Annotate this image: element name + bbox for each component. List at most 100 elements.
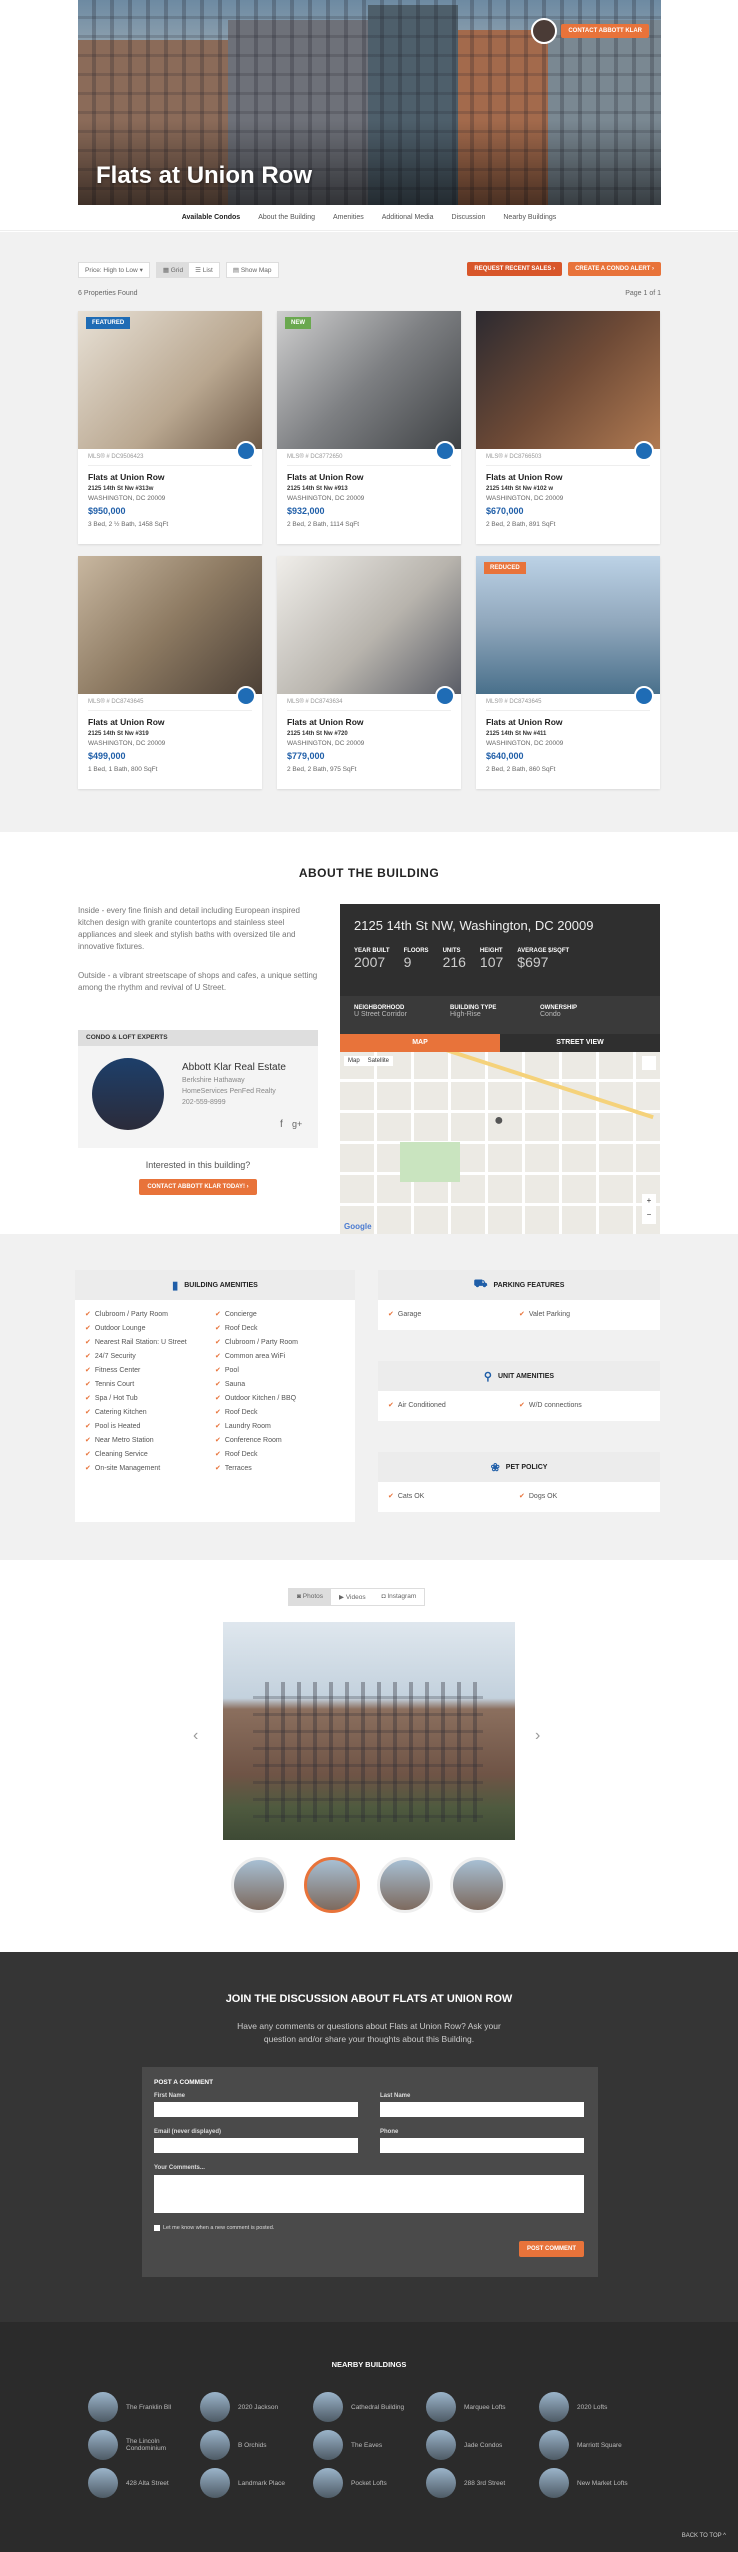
tab-photos[interactable]: ◙ Photos xyxy=(289,1589,331,1605)
listing-title[interactable]: Flats at Union Row xyxy=(287,716,451,728)
listing-card[interactable]: FEATURED MLS® # DC9506423 Flats at Union… xyxy=(78,311,262,544)
nearby-building[interactable]: The Eaves xyxy=(313,2430,418,2460)
amenity-item: Pool is Heated xyxy=(85,1422,215,1430)
listing-title[interactable]: Flats at Union Row xyxy=(88,716,252,728)
agent-photo xyxy=(92,1058,164,1130)
sort-select[interactable]: Price: High to Low ▾ xyxy=(78,262,150,278)
listing-title[interactable]: Flats at Union Row xyxy=(486,716,650,728)
nearby-building[interactable]: Marquee Lofts xyxy=(426,2392,531,2422)
nearby-building[interactable]: 2020 Lofts xyxy=(539,2392,644,2422)
street-view-tab[interactable]: STREET VIEW xyxy=(500,1034,660,1052)
map-type-map[interactable]: Map xyxy=(348,1058,360,1064)
tab-media[interactable]: Additional Media xyxy=(382,214,434,221)
condo-alert-button[interactable]: CREATE A CONDO ALERT › xyxy=(568,262,661,276)
heart-icon[interactable] xyxy=(236,686,256,706)
nearby-building[interactable]: Pocket Lofts xyxy=(313,2468,418,2498)
nearby-building[interactable]: Jade Condos xyxy=(426,2430,531,2460)
amenity-item: Roof Deck xyxy=(215,1324,345,1332)
back-to-top-link[interactable]: BACK TO TOP ^ xyxy=(682,2533,726,2539)
prev-arrow-icon[interactable]: ‹ xyxy=(193,1727,198,1745)
heart-icon[interactable] xyxy=(236,441,256,461)
show-map-button[interactable]: ▤ Show Map xyxy=(225,262,279,278)
contact-today-button[interactable]: CONTACT ABBOTT KLAR TODAY! › xyxy=(139,1179,257,1195)
amenity-item: On-site Management xyxy=(85,1464,215,1472)
list-label: List xyxy=(202,267,213,274)
listing-photo[interactable]: NEW xyxy=(277,311,461,461)
agent-name[interactable]: Abbott Klar Real Estate xyxy=(182,1062,286,1073)
grid-view-button[interactable]: ▦ Grid xyxy=(156,263,190,277)
nearby-building[interactable]: Cathedral Building xyxy=(313,2392,418,2422)
tab-discussion[interactable]: Discussion xyxy=(452,214,486,221)
unit-amenities-title: UNIT AMENITIES xyxy=(497,1372,555,1380)
nearby-building-name: Cathedral Building xyxy=(351,2403,405,2411)
listing-title[interactable]: Flats at Union Row xyxy=(287,471,451,483)
listing-card[interactable]: MLS® # DC8743634 Flats at Union Row 2125… xyxy=(277,556,461,789)
agent-phone[interactable]: 202-559-8999 xyxy=(182,1099,226,1106)
next-arrow-icon[interactable]: › xyxy=(535,1727,540,1745)
phone-input[interactable] xyxy=(380,2138,584,2153)
nearby-building-name: New Market Lofts xyxy=(577,2479,628,2487)
tab-about[interactable]: About the Building xyxy=(258,214,315,221)
listing-card[interactable]: MLS® # DC8743645 Flats at Union Row 2125… xyxy=(78,556,262,789)
nearby-building[interactable]: 288 3rd Street xyxy=(426,2468,531,2498)
map-tab[interactable]: MAP xyxy=(340,1034,500,1052)
listing-card[interactable]: NEW MLS® # DC8772650 Flats at Union Row … xyxy=(277,311,461,544)
listing-photo[interactable]: REDUCED xyxy=(476,556,660,706)
main-photo[interactable] xyxy=(223,1622,515,1840)
facebook-icon[interactable]: f xyxy=(280,1119,283,1130)
google-plus-icon[interactable]: g+ xyxy=(292,1119,302,1129)
nearby-building[interactable]: B Orchids xyxy=(200,2430,305,2460)
last-name-input[interactable] xyxy=(380,2102,584,2117)
map[interactable]: ● Map Satellite + − Google xyxy=(340,1052,660,1234)
thumbnail[interactable] xyxy=(450,1857,506,1913)
thumbnail[interactable] xyxy=(231,1857,287,1913)
heart-icon[interactable] xyxy=(634,686,654,706)
nearby-building[interactable]: Landmark Place xyxy=(200,2468,305,2498)
request-sales-button[interactable]: REQUEST RECENT SALES › xyxy=(467,262,563,276)
heart-icon[interactable] xyxy=(634,441,654,461)
hero-banner: Flats at Union Row CONTACT ABBOTT KLAR xyxy=(78,0,661,205)
nearby-building[interactable]: Marriott Square xyxy=(539,2430,644,2460)
tab-nearby[interactable]: Nearby Buildings xyxy=(503,214,556,221)
agent-chip[interactable]: CONTACT ABBOTT KLAR xyxy=(531,18,649,44)
listing-photo[interactable] xyxy=(78,556,262,706)
thumbnail-active[interactable] xyxy=(304,1857,360,1913)
tab-available-condos[interactable]: Available Condos xyxy=(182,214,240,221)
listing-photo[interactable] xyxy=(476,311,660,461)
listing-photo[interactable]: FEATURED xyxy=(78,311,262,461)
thumbnail[interactable] xyxy=(377,1857,433,1913)
listing-title[interactable]: Flats at Union Row xyxy=(88,471,252,483)
nearby-building[interactable]: The Franklin Bll xyxy=(88,2392,193,2422)
comments-textarea[interactable] xyxy=(154,2175,584,2213)
fullscreen-icon[interactable] xyxy=(642,1056,656,1070)
list-view-button[interactable]: ☰ List xyxy=(189,263,219,277)
nearby-building[interactable]: 428 Alta Street xyxy=(88,2468,193,2498)
post-comment-button[interactable]: POST COMMENT xyxy=(519,2241,584,2257)
nearby-building[interactable]: The Lincoln Condominium xyxy=(88,2430,193,2460)
nearby-building[interactable]: New Market Lofts xyxy=(539,2468,644,2498)
amenity-item: Outdoor Lounge xyxy=(85,1324,215,1332)
email-input[interactable] xyxy=(154,2138,358,2153)
heart-icon[interactable] xyxy=(435,441,455,461)
tab-instagram[interactable]: ◘ Instagram xyxy=(374,1589,425,1605)
contact-agent-button[interactable]: CONTACT ABBOTT KLAR xyxy=(561,24,649,38)
first-name-input[interactable] xyxy=(154,2102,358,2117)
nearby-building[interactable]: 2020 Jackson xyxy=(200,2392,305,2422)
discussion-title: JOIN THE DISCUSSION ABOUT FLATS AT UNION… xyxy=(225,1993,513,2005)
grid-icon: ▦ xyxy=(162,267,169,274)
map-type-satellite[interactable]: Satellite xyxy=(368,1058,389,1064)
listing-card[interactable]: REDUCED MLS® # DC8743645 Flats at Union … xyxy=(476,556,660,789)
agent-company-2: HomeServices PenFed Realty xyxy=(182,1088,276,1095)
tab-videos[interactable]: ▶ Videos xyxy=(331,1589,374,1605)
building-thumb xyxy=(426,2392,456,2422)
listing-title[interactable]: Flats at Union Row xyxy=(486,471,650,483)
listing-card[interactable]: MLS® # DC8766503 Flats at Union Row 2125… xyxy=(476,311,660,544)
listing-city: WASHINGTON, DC 20009 xyxy=(88,739,166,747)
listing-photo[interactable] xyxy=(277,556,461,706)
notify-checkbox[interactable] xyxy=(154,2225,160,2231)
heart-icon[interactable] xyxy=(435,686,455,706)
map-pin-icon[interactable]: ● xyxy=(494,1112,504,1130)
zoom-control[interactable]: + − xyxy=(642,1194,656,1224)
tab-amenities[interactable]: Amenities xyxy=(333,214,364,221)
amenity-item: Outdoor Kitchen / BBQ xyxy=(215,1394,345,1402)
